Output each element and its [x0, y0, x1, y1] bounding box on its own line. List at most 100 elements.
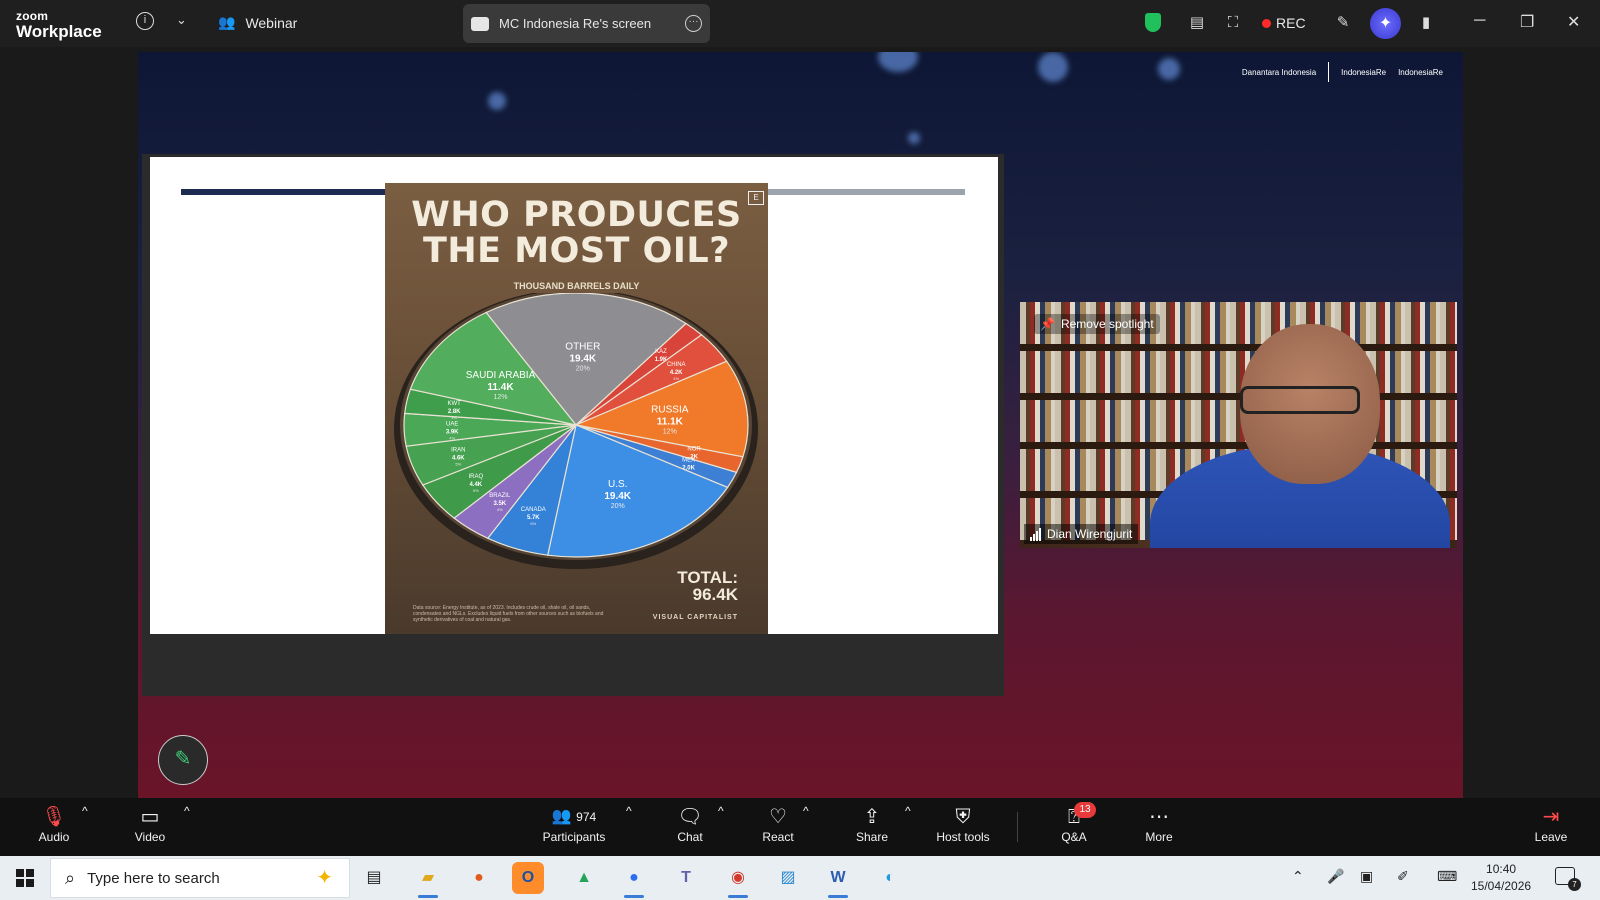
- brand-top: zoom: [16, 9, 49, 23]
- recording-indicator[interactable]: REC: [1262, 15, 1306, 31]
- title-bar: zoom Workplace i ⌄ 👥 Webinar MC Indonesi…: [0, 0, 1600, 47]
- taskbar-clock[interactable]: 10:40 15/04/2026: [1471, 861, 1531, 895]
- slice-share: 3%: [451, 415, 457, 420]
- file-explorer-icon[interactable]: ▰: [412, 862, 444, 898]
- shared-screen[interactable]: E WHO PRODUCES THE MOST OIL? THOUSAND BA…: [142, 154, 1004, 696]
- leave-button[interactable]: ⇥ Leave: [1533, 804, 1569, 844]
- background-glow: [1038, 52, 1068, 82]
- slice-label: IRAQ: [468, 474, 483, 480]
- slide-accent-bar-right: [762, 189, 965, 195]
- restore-icon[interactable]: ❐: [1520, 12, 1534, 32]
- search-placeholder: Type here to search: [87, 869, 220, 887]
- shared-screen-label: MC Indonesia Re's screen: [499, 16, 652, 31]
- host-tools-label: Host tools: [936, 830, 990, 844]
- tray-pen-icon[interactable]: ✐: [1397, 868, 1409, 885]
- edge-icon[interactable]: ◐: [874, 862, 906, 894]
- slice-label: MEX: [682, 458, 695, 464]
- notification-center-icon[interactable]: 7: [1555, 867, 1581, 891]
- tray-chevron-icon[interactable]: ⌃: [1292, 868, 1304, 885]
- audio-options-caret[interactable]: ^: [82, 804, 88, 818]
- capture-icon[interactable]: ⛶: [1223, 13, 1243, 33]
- share-label: Share: [855, 830, 889, 844]
- outlook-icon[interactable]: O: [512, 862, 544, 894]
- partner-logo-indonesiare-2: IndonesiaRe: [1398, 67, 1443, 77]
- annotation-pen-button[interactable]: ✎: [158, 735, 208, 785]
- host-tools-button[interactable]: ⛨ Host tools: [932, 804, 994, 844]
- partner-logo-indonesiare: IndonesiaRe: [1341, 67, 1387, 77]
- qa-button[interactable]: ⍰ 13 Q&A: [1054, 802, 1096, 844]
- participants-count: 974: [576, 810, 597, 824]
- total-label: TOTAL:: [677, 568, 738, 587]
- word-icon[interactable]: W: [822, 862, 854, 898]
- react-button[interactable]: ♡ React: [756, 804, 800, 844]
- chrome-icon[interactable]: ◉: [722, 862, 754, 898]
- meeting-info-icon[interactable]: i: [136, 12, 154, 30]
- google-drive-icon[interactable]: ▲: [568, 862, 600, 894]
- slice-share: 4%: [673, 376, 679, 381]
- slice-share: 20%: [611, 503, 625, 510]
- notes-icon[interactable]: ▤: [1187, 13, 1207, 33]
- participants-options-caret[interactable]: ^: [626, 804, 632, 818]
- remove-spotlight-button[interactable]: 📌 Remove spotlight: [1034, 314, 1160, 334]
- annotate-pencil-icon[interactable]: ✎: [1333, 13, 1353, 33]
- slice-label: UAE: [446, 422, 458, 428]
- meeting-toolbar: 🎙 Audio ^ ▭ Video ^ 👥 974 Participants ^…: [0, 798, 1600, 856]
- slice-share: 5%: [455, 462, 461, 467]
- tray-microphone-icon[interactable]: 🎤: [1327, 868, 1344, 885]
- spotlight-video[interactable]: 📌 Remove spotlight Dian Wirengjurit: [1020, 302, 1457, 548]
- participant-name-tag: Dian Wirengjurit: [1024, 524, 1139, 544]
- total-value: 96.4K: [692, 585, 738, 604]
- react-options-caret[interactable]: ^: [803, 804, 809, 818]
- infographic-subtitle: THOUSAND BARRELS DAILY: [513, 281, 640, 291]
- infographic-total: TOTAL: 96.4K: [677, 569, 738, 603]
- chevron-down-icon[interactable]: ⌄: [176, 12, 187, 28]
- share-button[interactable]: ⇪ Share: [850, 804, 894, 844]
- partner-logos: Danantara Indonesia IndonesiaRe Indonesi…: [1242, 62, 1443, 82]
- firefox-icon[interactable]: ●: [463, 862, 495, 894]
- slice-label: CHINA: [667, 362, 686, 368]
- microphone-muted-icon: 🎙: [41, 806, 67, 828]
- ai-companion-icon[interactable]: ✦: [1370, 8, 1401, 39]
- participants-icon: 👥 974: [551, 808, 597, 825]
- more-options-icon[interactable]: ···: [685, 15, 702, 32]
- tray-keyboard-icon[interactable]: ⌨: [1437, 868, 1457, 885]
- video-button[interactable]: ▭ Video: [128, 804, 172, 844]
- shared-screen-tab[interactable]: MC Indonesia Re's screen ···: [463, 4, 710, 43]
- background-glow: [908, 132, 920, 144]
- apps-icon[interactable]: ▮: [1416, 13, 1436, 33]
- slice-share: 4%: [497, 507, 503, 512]
- presentation-slide: E WHO PRODUCES THE MOST OIL? THOUSAND BA…: [150, 157, 998, 634]
- security-shield-icon[interactable]: [1145, 13, 1161, 32]
- zoom-app-icon[interactable]: ●: [618, 862, 650, 898]
- close-icon[interactable]: ✕: [1567, 12, 1580, 32]
- chat-options-caret[interactable]: ^: [718, 804, 724, 818]
- photos-icon[interactable]: ▨: [772, 862, 804, 894]
- video-options-caret[interactable]: ^: [184, 804, 190, 818]
- qa-badge: 13: [1074, 802, 1096, 818]
- speaker-glasses: [1240, 386, 1360, 414]
- webinar-menu[interactable]: 👥 Webinar: [218, 14, 297, 31]
- minimize-icon[interactable]: ─: [1474, 12, 1485, 30]
- chat-button[interactable]: 🗨 Chat: [670, 804, 710, 844]
- background-glow: [1158, 58, 1180, 80]
- monitor-icon: [471, 16, 489, 31]
- signal-strength-icon: [1030, 527, 1041, 541]
- slice-share: 4%: [449, 436, 455, 441]
- tray-display-icon[interactable]: ▣: [1360, 868, 1373, 885]
- windows-start-icon[interactable]: [16, 869, 34, 887]
- slice-value: 19.4K: [569, 354, 596, 365]
- audio-button[interactable]: 🎙 Audio: [32, 804, 76, 844]
- oil-infographic: E WHO PRODUCES THE MOST OIL? THOUSAND BA…: [385, 183, 768, 634]
- share-options-caret[interactable]: ^: [905, 804, 911, 818]
- slice-label: BRAZIL: [489, 493, 511, 499]
- task-view-icon[interactable]: ▤: [358, 862, 390, 894]
- slice-value: 19.4K: [604, 491, 631, 502]
- pin-icon: 📌: [1040, 317, 1055, 331]
- participants-button[interactable]: 👥 974 Participants: [538, 804, 610, 844]
- taskbar-search-box[interactable]: ⌕ Type here to search ✦: [50, 858, 350, 898]
- teams-icon[interactable]: T: [670, 862, 702, 894]
- video-label: Video: [134, 830, 166, 844]
- people-icon: 👥: [218, 14, 236, 30]
- more-button[interactable]: ⋯ More: [1139, 804, 1179, 844]
- visual-capitalist-brand: VISUAL CAPITALIST: [652, 614, 738, 621]
